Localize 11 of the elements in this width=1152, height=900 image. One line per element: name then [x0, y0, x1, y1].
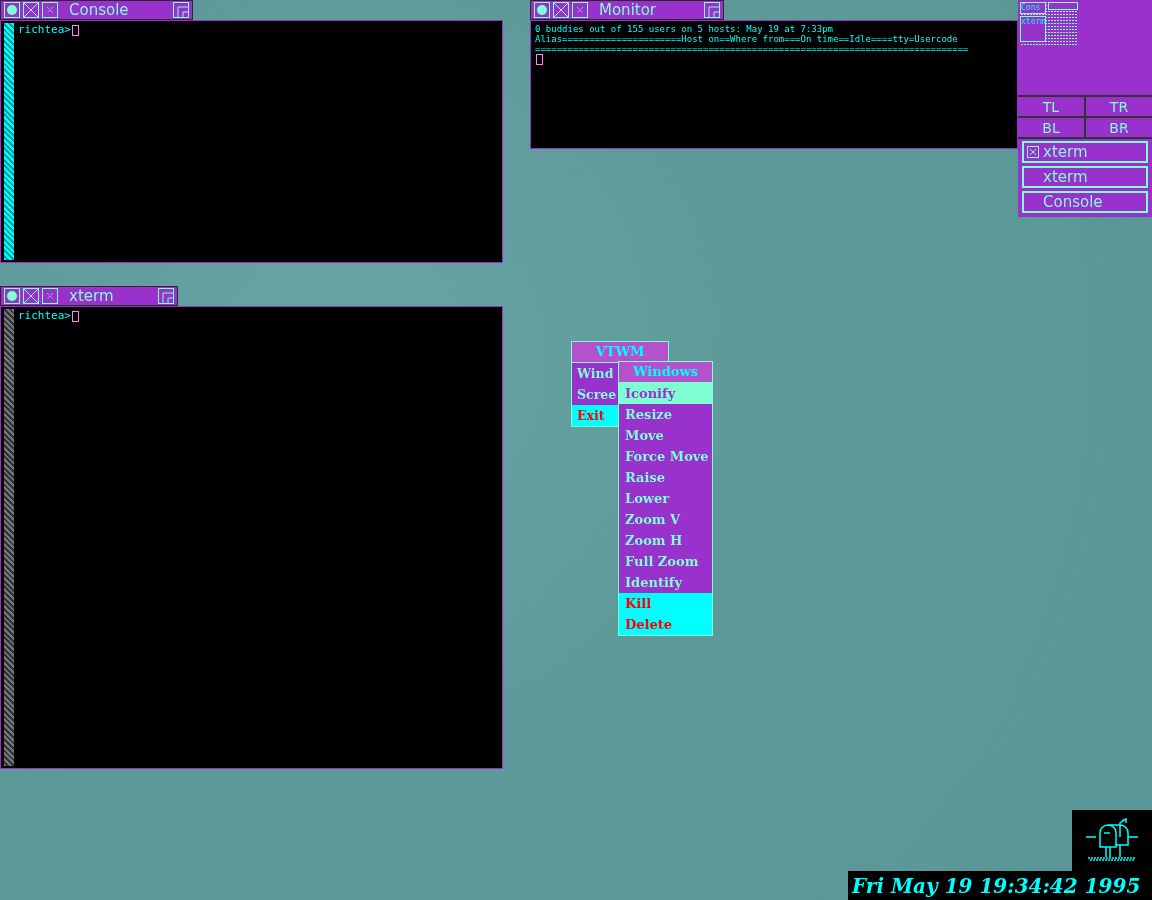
terminal-text: ================================================================================	[535, 44, 969, 54]
clock: Fri May 19 19:34:42 1995	[848, 871, 1152, 900]
menu-title: VTWM	[572, 342, 668, 363]
menu-title: Windows	[619, 362, 712, 383]
terminal-text: richtea>	[18, 310, 71, 322]
terminal-text: 0 buddies out of 155 users on 5 hosts: May 19 at 7:33pm	[535, 24, 833, 34]
terminal-text: richtea>	[18, 24, 71, 36]
window-title: Monitor	[599, 1, 658, 19]
window-title: xterm	[69, 287, 115, 305]
window-title: Console	[69, 1, 130, 19]
terminal-text: Alias======================Host on==Where from===On time==Idle====tty=Usercode	[535, 34, 958, 44]
